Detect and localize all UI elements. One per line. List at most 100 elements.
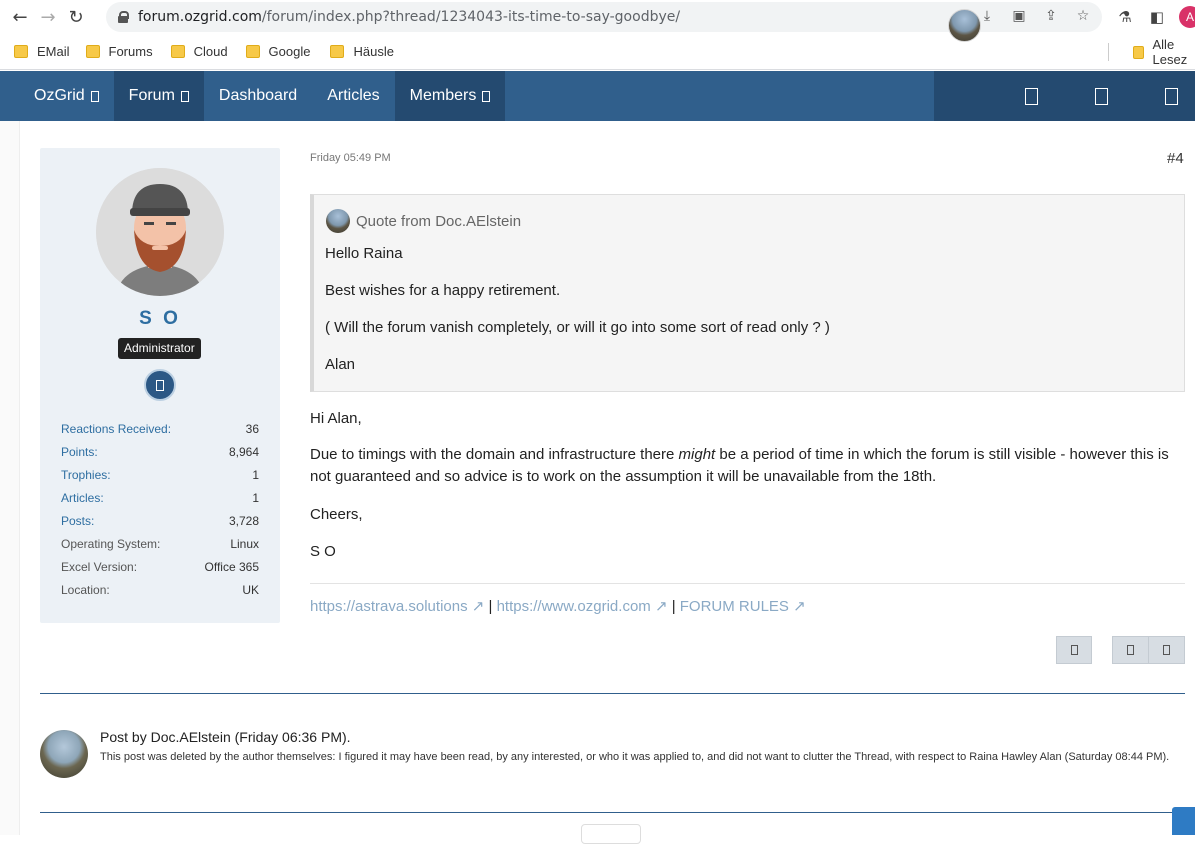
bookmark-google[interactable]: Google [245,34,310,70]
signature-link-rules[interactable]: FORUM RULES ↗ [680,598,806,615]
stat-value: 1 [252,491,259,505]
reload-icon[interactable]: ↻ [62,3,90,31]
trophy-icon[interactable] [144,369,176,401]
nav-ozgrid[interactable]: OzGrid [19,71,114,121]
bookmark-all[interactable]: Alle Lesez [1119,34,1195,70]
left-gutter [0,121,20,835]
stat-value: Office 365 [204,560,259,574]
stat-label: Operating System: [61,537,161,551]
bookmark-cloud[interactable]: Cloud [170,34,228,70]
post-divider [40,812,1185,813]
quote-title[interactable]: Quote from Doc.AElstein [356,213,521,230]
main-menu: OzGrid Forum Dashboard Articles Members [19,71,506,121]
stat-row: Operating System: Linux [61,535,259,558]
stat-value: 8,964 [228,445,259,459]
dropdown-icon [90,90,99,102]
stat-row: Posts: 3,728 [61,512,259,535]
stat-value: 3,728 [228,514,259,528]
lock-icon [118,11,129,23]
author-avatar[interactable] [96,168,224,296]
stat-label[interactable]: Reactions Received: [61,420,171,443]
scroll-to-top-button[interactable] [1172,807,1195,835]
signature-divider [310,583,1185,584]
nav-articles[interactable]: Articles [312,71,394,121]
extensions-icon[interactable]: ⚗ [1115,7,1135,27]
signature-link-astrava[interactable]: https://astrava.solutions ↗ [310,598,484,615]
deleted-post-text: This post was deleted by the author them… [100,751,1170,763]
post-paragraph: Due to timings with the domain and infra… [310,446,1169,485]
stat-row: Trophies: 1 [61,466,259,489]
search-icon[interactable] [1165,88,1178,105]
quote-icon [1127,645,1134,655]
messages-icon[interactable] [1095,88,1108,105]
stat-row: Location: UK [61,581,259,604]
folder-icon [170,45,185,58]
reaction-icon [1070,645,1078,655]
quote-button[interactable] [1112,636,1149,664]
stat-value: 36 [245,422,259,436]
stat-label[interactable]: Points: [61,443,98,466]
nav-dashboard[interactable]: Dashboard [204,71,312,121]
stat-label[interactable]: Articles: [61,489,104,512]
site-nav: OzGrid Forum Dashboard Articles Members [0,71,1195,121]
notifications-icon[interactable] [1025,88,1038,105]
stat-row: Articles: 1 [61,489,259,512]
translate-icon[interactable]: ▣ [1010,7,1028,25]
stat-label: Excel Version: [61,560,138,574]
post-closing: Cheers, [310,506,363,523]
user-sidebar: S O Administrator Reactions Received: 36 … [40,148,280,623]
dropdown-icon [482,90,491,102]
signature-link-ozgrid[interactable]: https://www.ozgrid.com ↗ [497,598,668,615]
post-number[interactable]: #4 [1167,150,1184,167]
load-more-tab[interactable] [581,824,641,844]
quote-header: Quote from Doc.AElstein [326,209,521,233]
bookmark-email[interactable]: EMail [14,34,70,70]
url-text: forum.ozgrid.com/forum/index.php?thread/… [138,9,681,25]
quote-line: Best wishes for a happy retirement. [325,282,561,299]
folder-icon [245,45,260,58]
user-stats: Reactions Received: 36 Points: 8,964 Troph… [61,420,259,604]
reply-button[interactable] [1148,636,1185,664]
post-signoff: S O [310,543,336,560]
author-name[interactable]: S O [40,308,280,330]
user-avatar[interactable] [948,9,981,42]
stat-row: Reactions Received: 36 [61,420,259,443]
reaction-button[interactable] [1056,636,1092,664]
folder-icon [85,45,100,58]
profile-avatar[interactable]: A [1179,6,1195,28]
bookmark-forums[interactable]: Forums [85,34,153,70]
stat-value: Linux [230,537,259,551]
folder-icon [330,45,345,58]
stat-row: Points: 8,964 [61,443,259,466]
post-divider [40,693,1185,694]
sidepanel-icon[interactable]: ◧ [1147,7,1167,27]
signature: https://astrava.solutions ↗ | https://ww… [310,598,806,615]
back-icon[interactable]: ← [6,3,34,31]
stat-label[interactable]: Trophies: [61,466,111,489]
post-greeting: Hi Alan, [310,410,362,427]
bookmark-haeusle[interactable]: Häusle [330,34,394,70]
stat-label: Location: [61,583,110,597]
stat-value: 1 [252,468,259,482]
quote-line: ( Will the forum vanish completely, or w… [325,319,830,336]
stat-label[interactable]: Posts: [61,512,94,535]
forward-icon[interactable]: → [34,3,62,31]
dropdown-icon [180,90,189,102]
deleted-post-title: Post by Doc.AElstein (Friday 06:36 PM). [100,729,351,745]
user-panel [934,71,1195,121]
nav-forum[interactable]: Forum [113,71,204,121]
browser-toolbar: ← → ↻ forum.ozgrid.com/forum/index.php?t… [0,0,1195,34]
quote-author-avatar [326,209,350,233]
quote-line: Hello Raina [325,245,403,262]
reply-icon [1163,645,1170,655]
stat-row: Excel Version: Office 365 [61,558,259,581]
rank-badge: Administrator [118,338,201,359]
share-icon[interactable]: ⇪ [1042,7,1060,25]
quote-line: Alan [325,356,356,373]
star-icon[interactable]: ☆ [1074,7,1092,25]
folder-icon [1133,45,1144,59]
post-date[interactable]: Friday 05:49 PM [310,152,391,164]
nav-members[interactable]: Members [394,71,506,121]
deleted-post-avatar[interactable] [40,730,88,778]
bookmarks-separator [1108,43,1109,61]
